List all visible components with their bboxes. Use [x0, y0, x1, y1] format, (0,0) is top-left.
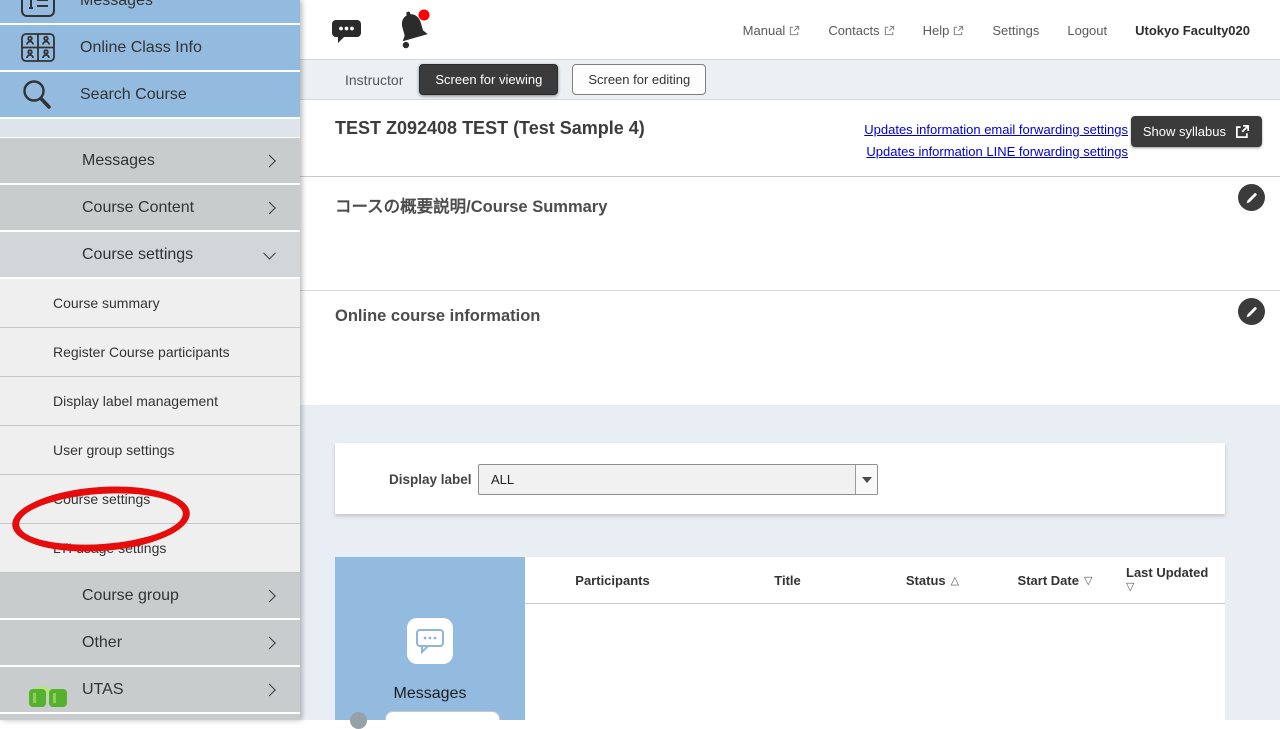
chevron-right-icon	[263, 154, 276, 167]
sort-desc-icon: ▽	[1126, 580, 1134, 595]
column-header-status[interactable]: Status △	[875, 573, 990, 588]
selected-value: ALL	[491, 472, 514, 487]
external-link-icon	[884, 25, 895, 36]
column-header-participants: Participants	[525, 573, 700, 588]
edit-online-course-info-button[interactable]	[1238, 298, 1265, 325]
sidebar-item-label: Messages	[64, 0, 153, 10]
column-header-start-date[interactable]: Start Date ▽	[990, 573, 1120, 588]
display-label-label: Display label	[389, 472, 472, 487]
search-icon	[20, 78, 64, 112]
top-links: Manual Contacts Help	[743, 0, 1250, 60]
tile-partial-button	[385, 711, 500, 720]
chevron-right-icon	[263, 683, 276, 696]
chevron-down-icon	[263, 246, 276, 259]
sidebar-item-lti-usage-settings[interactable]: LTI usage settings	[0, 524, 300, 573]
section-heading: コースの概要説明/Course Summary	[335, 193, 607, 217]
sidebar-item-user-group-settings[interactable]: User group settings	[0, 426, 300, 475]
display-label-filter-panel: Display label ALL	[335, 443, 1225, 514]
sidebar-group-course-content[interactable]: Course Content	[0, 185, 300, 232]
external-link-icon	[953, 25, 964, 36]
utas-logo-icon	[28, 685, 68, 709]
course-title-block: TEST Z092408 TEST (Test Sample 4) Update…	[300, 100, 1280, 176]
sidebar-item-online-class-info[interactable]: Online Class Info	[0, 25, 300, 72]
section-heading: Online course information	[335, 307, 540, 326]
sidebar-group-utas[interactable]: UTAS	[0, 667, 300, 714]
messages-table: Messages Participants Title Status △ Sta…	[335, 557, 1225, 720]
pencil-icon	[1245, 305, 1259, 319]
column-header-title: Title	[700, 573, 875, 588]
sidebar-item-register-course-participants[interactable]: Register Course participants	[0, 328, 300, 377]
tab-bar: Instructor Screen for viewing Screen for…	[300, 60, 1280, 100]
line-forwarding-settings-link[interactable]: Updates information LINE forwarding sett…	[864, 141, 1128, 163]
email-forwarding-settings-link[interactable]: Updates information email forwarding set…	[864, 119, 1128, 141]
online-course-info-section: Online course information	[300, 290, 1280, 405]
edit-course-summary-button[interactable]	[1238, 184, 1265, 211]
display-label-select[interactable]: ALL	[478, 464, 878, 495]
messages-tile[interactable]: Messages	[335, 557, 525, 720]
external-link-icon	[789, 25, 800, 36]
role-label: Instructor	[345, 72, 403, 88]
sidebar-group-course-settings[interactable]: Course settings	[0, 232, 300, 279]
course-summary-section: コースの概要説明/Course Summary	[300, 176, 1280, 290]
sidebar-spacer	[0, 119, 300, 138]
tile-label: Messages	[335, 685, 525, 703]
sidebar-group-course-group[interactable]: Course group	[0, 573, 300, 620]
table-body-empty	[525, 604, 1225, 720]
chevron-right-icon	[263, 201, 276, 214]
sidebar-item-label: Search Course	[64, 86, 187, 104]
sidebar-item-messages-top[interactable]: Messages	[0, 0, 300, 25]
help-link[interactable]: Help	[923, 23, 965, 38]
sidebar: Messages Online Class Info Searc	[0, 0, 300, 720]
username: Utokyo Faculty020	[1135, 23, 1250, 38]
chat-bubble-icon	[407, 618, 453, 664]
sidebar-item-course-settings[interactable]: Course settings	[0, 475, 300, 524]
tile-partial-dot	[350, 712, 367, 729]
sort-desc-icon: ▽	[1084, 574, 1092, 587]
settings-link[interactable]: Settings	[992, 23, 1039, 38]
class-grid-icon	[20, 32, 64, 63]
top-bar: Manual Contacts Help	[300, 0, 1280, 60]
sidebar-group-other[interactable]: Other	[0, 620, 300, 667]
external-link-icon	[1235, 124, 1250, 139]
content-lower-area: Display label ALL	[300, 405, 1280, 720]
sidebar-group-messages[interactable]: Messages	[0, 138, 300, 185]
main-area: Manual Contacts Help	[300, 0, 1280, 720]
table-header-row: Participants Title Status △ Start Date ▽…	[525, 557, 1225, 604]
sort-asc-icon: △	[951, 574, 959, 587]
chevron-right-icon	[263, 636, 276, 649]
forwarding-links: Updates information email forwarding set…	[864, 119, 1128, 163]
chat-bubble-icon[interactable]	[331, 18, 362, 44]
manual-link[interactable]: Manual	[743, 23, 801, 38]
show-syllabus-button[interactable]: Show syllabus	[1131, 116, 1262, 147]
sidebar-item-display-label-management[interactable]: Display label management	[0, 377, 300, 426]
notification-dot	[419, 10, 430, 21]
sidebar-item-course-summary[interactable]: Course summary	[0, 279, 300, 328]
page-title: TEST Z092408 TEST (Test Sample 4)	[335, 118, 645, 139]
pencil-icon	[1245, 191, 1259, 205]
memo-icon	[20, 0, 64, 17]
sidebar-item-search-course[interactable]: Search Course	[0, 72, 300, 119]
chevron-right-icon	[263, 589, 276, 602]
tab-screen-for-viewing[interactable]: Screen for viewing	[419, 64, 558, 95]
tab-screen-for-editing[interactable]: Screen for editing	[572, 64, 706, 95]
sidebar-item-label: Online Class Info	[64, 39, 202, 57]
column-header-last-updated[interactable]: Last Updated ▽	[1120, 565, 1225, 595]
contacts-link[interactable]: Contacts	[828, 23, 894, 38]
logout-link[interactable]: Logout	[1067, 23, 1107, 38]
bell-icon[interactable]	[394, 6, 434, 52]
caret-down-icon[interactable]	[855, 465, 877, 494]
